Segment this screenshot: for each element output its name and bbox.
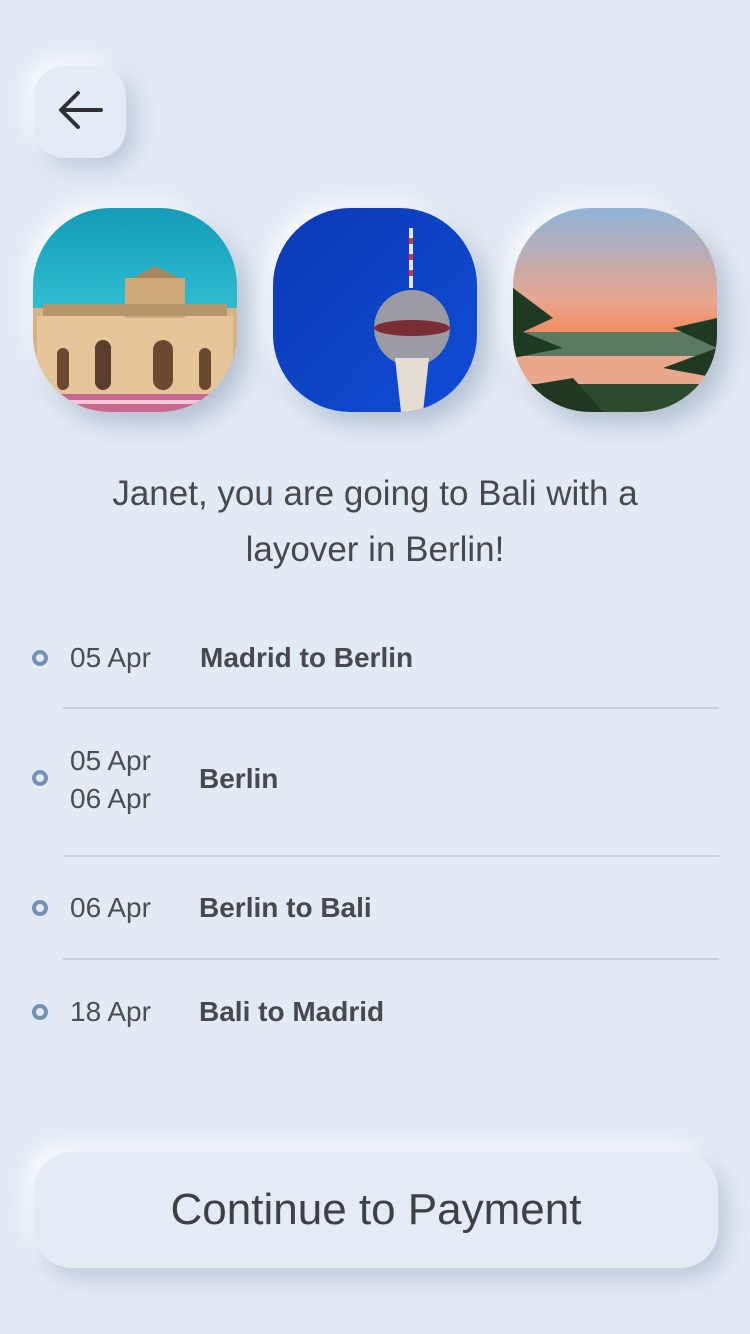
headline-line-2: layover in Berlin! — [245, 530, 505, 569]
divider — [63, 707, 719, 709]
trip-summary-screen: Janet, you are going to Bali with a layo… — [0, 0, 750, 1334]
divider — [63, 958, 719, 960]
timeline-dot — [32, 770, 48, 786]
headline-line-1: Janet, you are going to Bali with a — [112, 474, 638, 513]
itinerary-route: Berlin to Bali — [199, 892, 372, 923]
timeline-dot — [32, 1004, 48, 1020]
itinerary-date: 18 Apr — [70, 996, 151, 1027]
timeline-dot — [32, 900, 48, 916]
madrid-gate-photo — [33, 208, 237, 412]
trip-headline: Janet, you are going to Bali with a layo… — [40, 466, 710, 578]
divider — [63, 855, 719, 857]
continue-to-payment-button[interactable]: Continue to Payment — [34, 1152, 718, 1268]
itinerary-route: Bali to Madrid — [199, 996, 385, 1027]
berlin-tower-photo — [273, 208, 477, 412]
itinerary-route: Berlin — [199, 763, 279, 794]
arrow-left-icon — [57, 90, 103, 135]
itinerary-date-end: 06 Apr — [70, 783, 151, 814]
bali-sunset-photo — [513, 208, 717, 412]
itinerary-date: 06 Apr — [70, 892, 151, 923]
back-button[interactable] — [34, 66, 126, 158]
itinerary-route: Madrid to Berlin — [200, 642, 414, 673]
itinerary-date: 05 Apr — [70, 745, 151, 776]
itinerary-date: 05 Apr — [70, 642, 151, 673]
timeline-dot — [32, 650, 48, 666]
